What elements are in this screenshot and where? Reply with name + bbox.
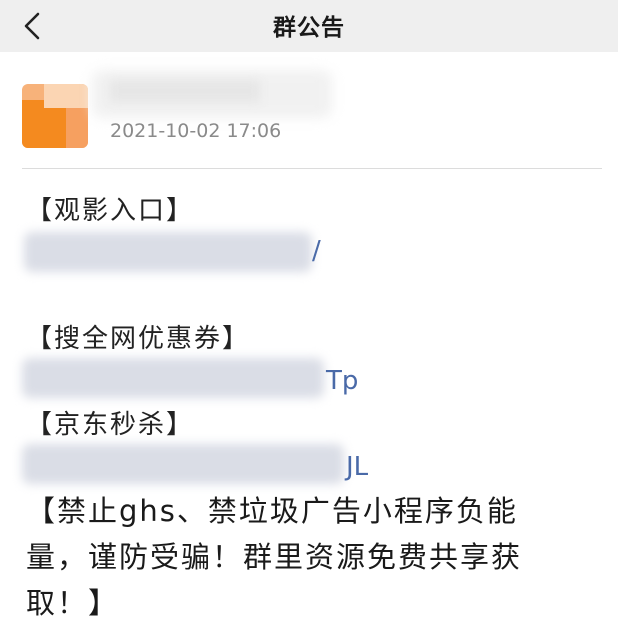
notice-line: 【禁止ghs、禁垃圾广告小程序负能 [26,494,518,528]
section-heading-movie: 【观影入口】 [26,196,195,226]
link-jd[interactable]: JL [346,452,368,482]
notice-line: 量，谨防受骗！群里资源免费共享获 [26,540,523,574]
post-timestamp: 2021-10-02 17:06 [110,120,282,142]
page-title: 群公告 [273,15,345,41]
nav-bar: 群公告 [0,0,618,52]
link-movie[interactable]: / [312,236,321,266]
author-name-blurred-inner [110,80,260,102]
divider [22,168,602,169]
link-coupon[interactable]: Tp [326,366,358,396]
link-blurred-coupon [22,358,324,398]
section-heading-jd: 【京东秒杀】 [26,410,195,440]
link-blurred-jd [22,444,344,484]
notice-text: 【禁止ghs、禁垃圾广告小程序负能 量，谨防受骗！群里资源免费共享获 取！】 [26,488,586,626]
link-blurred-movie [24,232,312,272]
section-heading-coupon: 【搜全网优惠券】 [26,324,251,354]
avatar[interactable] [22,84,88,148]
notice-line: 取！】 [26,586,120,620]
